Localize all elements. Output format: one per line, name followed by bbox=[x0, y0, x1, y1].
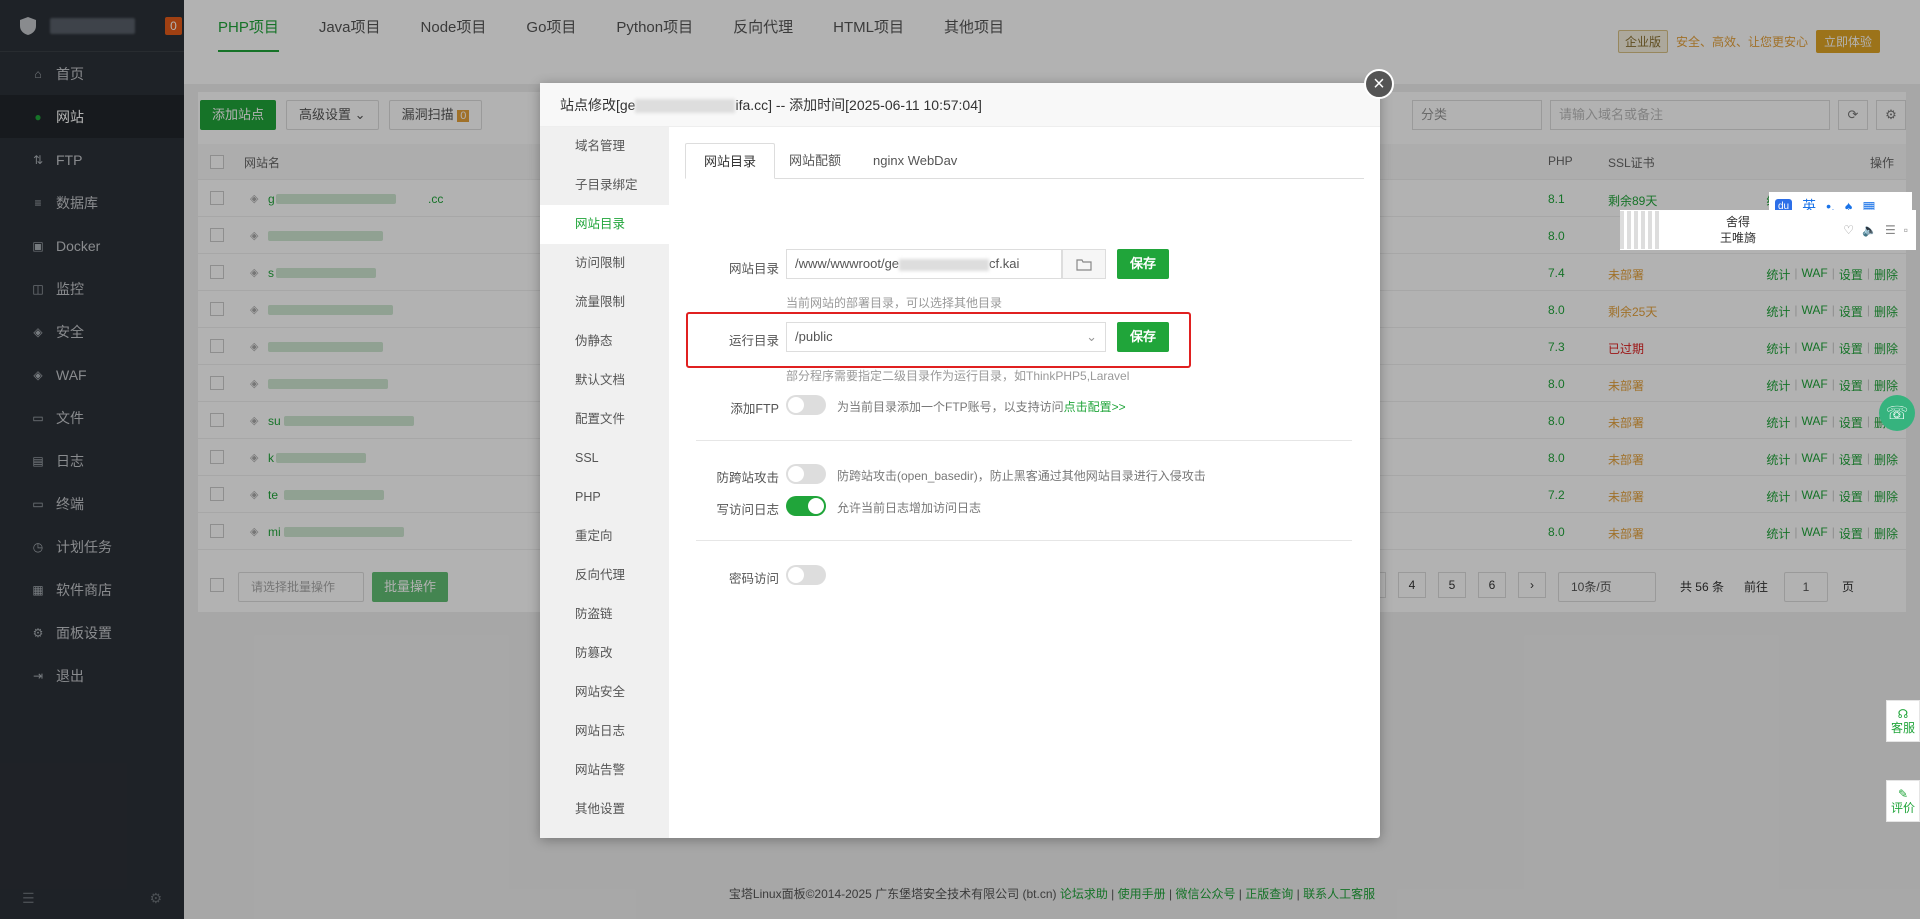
modal-side-item[interactable]: 重定向 bbox=[540, 517, 669, 556]
divider bbox=[696, 540, 1352, 541]
modal-side-item[interactable]: 网站日志 bbox=[540, 712, 669, 751]
modal-side-item[interactable]: 其他设置 bbox=[540, 790, 669, 829]
modal-title-prefix: 站点修改[ge bbox=[560, 97, 636, 113]
review-button[interactable]: ✎ 评价 bbox=[1886, 780, 1920, 822]
modal-side-item[interactable]: PHP bbox=[540, 478, 669, 517]
customer-service-button[interactable]: ☊ 客服 bbox=[1886, 700, 1920, 742]
modal-side-item[interactable]: 网站目录 bbox=[540, 205, 669, 244]
access-log-label: 写访问日志 bbox=[716, 503, 779, 517]
ftp-config-link[interactable]: 点击配置>> bbox=[1064, 400, 1126, 414]
site-dir-hint: 当前网站的部署目录，可以选择其他目录 bbox=[786, 296, 1003, 310]
ftp-hint: 为当前目录添加一个FTP账号，以支持访问点击配置>> bbox=[837, 398, 1126, 415]
modal-side-item[interactable]: 反向代理 bbox=[540, 556, 669, 595]
access-log-toggle[interactable] bbox=[786, 496, 826, 516]
heart-icon[interactable]: ♡ bbox=[1843, 223, 1854, 237]
close-icon[interactable]: × bbox=[1364, 69, 1394, 99]
modal-side-item[interactable]: 网站告警 bbox=[540, 751, 669, 790]
anti-xss-toggle[interactable] bbox=[786, 464, 826, 484]
playlist-icon[interactable]: ☰ bbox=[1885, 223, 1896, 237]
modal-title-suffix: ifa.cc] -- 添加时间[2025-06-11 10:57:04] bbox=[735, 97, 982, 113]
modal-side-item[interactable]: 网站安全 bbox=[540, 673, 669, 712]
song-info: 舍得 王唯旖 bbox=[1720, 214, 1756, 246]
minimize-icon[interactable]: ▫ bbox=[1904, 223, 1908, 237]
review-label: 评价 bbox=[1890, 801, 1915, 815]
modal-tab[interactable]: 网站目录 bbox=[685, 143, 776, 179]
modal-side-menu: 域名管理 子目录绑定 网站目录 访问限制 流量限制 伪静态 默认文档 配置文件 SSL PHP 重定… bbox=[540, 127, 669, 838]
modal-tab[interactable]: nginx WebDav bbox=[855, 143, 975, 179]
volume-icon[interactable]: 🔈 bbox=[1862, 223, 1877, 237]
anti-xss-hint: 防跨站攻击(open_basedir)，防止黑客通过其他网站目录进行入侵攻击 bbox=[837, 469, 1206, 483]
anti-xss-label: 防跨站攻击 bbox=[716, 471, 779, 485]
modal-side-item[interactable]: 防篡改 bbox=[540, 634, 669, 673]
divider bbox=[696, 440, 1352, 441]
folder-icon[interactable] bbox=[1062, 249, 1106, 279]
modal-side-item[interactable]: 子目录绑定 bbox=[540, 166, 669, 205]
password-access-label: 密码访问 bbox=[728, 572, 779, 586]
site-dir-value: /www/wwwroot/ge bbox=[795, 256, 900, 271]
save-site-dir-button[interactable]: 保存 bbox=[1117, 249, 1169, 279]
player-controls: ♡ 🔈 ☰ ▫ bbox=[1843, 223, 1908, 237]
song-artist: 王唯旖 bbox=[1720, 231, 1757, 245]
modal-side-item[interactable]: 域名管理 bbox=[540, 127, 669, 166]
chat-bubble-icon[interactable]: ☏ bbox=[1879, 395, 1915, 431]
run-dir-value: /public bbox=[795, 329, 833, 344]
music-player: 舍得 王唯旖 ♡ 🔈 ☰ ▫ bbox=[1620, 210, 1916, 250]
modal-side-item[interactable]: 防盗链 bbox=[540, 595, 669, 634]
site-dir-blurred bbox=[899, 258, 990, 271]
run-dir-hint: 部分程序需要指定二级目录作为运行目录，如ThinkPHP5,Laravel bbox=[786, 369, 1130, 383]
album-art bbox=[1620, 211, 1660, 249]
kefu-label: 客服 bbox=[1890, 721, 1915, 735]
modal-side-item[interactable]: SSL bbox=[540, 439, 669, 478]
modal-body: 网站目录 网站配额 nginx WebDav 网站目录 /www/wwwroot/g… bbox=[669, 127, 1380, 838]
password-access-toggle[interactable] bbox=[786, 565, 826, 585]
site-edit-modal: 站点修改[ge ifa.cc] -- 添加时间[2025-06-11 10:57:… bbox=[540, 69, 1394, 838]
modal-tab[interactable]: 网站配额 bbox=[771, 143, 859, 179]
ftp-label: 添加FTP bbox=[730, 402, 779, 416]
modal-side-item[interactable]: 默认文档 bbox=[540, 361, 669, 400]
song-title: 舍得 bbox=[1726, 215, 1751, 229]
ftp-toggle[interactable] bbox=[786, 395, 826, 415]
access-log-hint: 允许当前日志增加访问日志 bbox=[837, 501, 982, 515]
run-dir-select[interactable]: /public ⌄ bbox=[786, 322, 1106, 352]
modal-title: 站点修改[ge ifa.cc] -- 添加时间[2025-06-11 10:57:… bbox=[540, 83, 1380, 127]
site-dir-input[interactable]: /www/wwwroot/ge cf.kai bbox=[786, 249, 1062, 279]
site-dir-label: 网站目录 bbox=[728, 262, 779, 276]
edit-icon: ✎ bbox=[1897, 787, 1909, 801]
run-dir-label: 运行目录 bbox=[728, 334, 779, 348]
modal-side-item[interactable]: 配置文件 bbox=[540, 400, 669, 439]
modal-side-item[interactable]: 伪静态 bbox=[540, 322, 669, 361]
ftp-hint-text: 为当前目录添加一个FTP账号，以支持访问 bbox=[837, 400, 1064, 414]
modal-side-item[interactable]: 流量限制 bbox=[540, 283, 669, 322]
modal-tabs: 网站目录 网站配额 nginx WebDav bbox=[685, 143, 1364, 179]
chevron-down-icon: ⌄ bbox=[1086, 329, 1097, 344]
save-run-dir-button[interactable]: 保存 bbox=[1117, 322, 1169, 352]
site-dir-value-tail: cf.kai bbox=[989, 256, 1020, 271]
modal-side-item[interactable]: 访问限制 bbox=[540, 244, 669, 283]
title-blurred bbox=[635, 99, 736, 114]
headset-icon: ☊ bbox=[1897, 707, 1909, 721]
